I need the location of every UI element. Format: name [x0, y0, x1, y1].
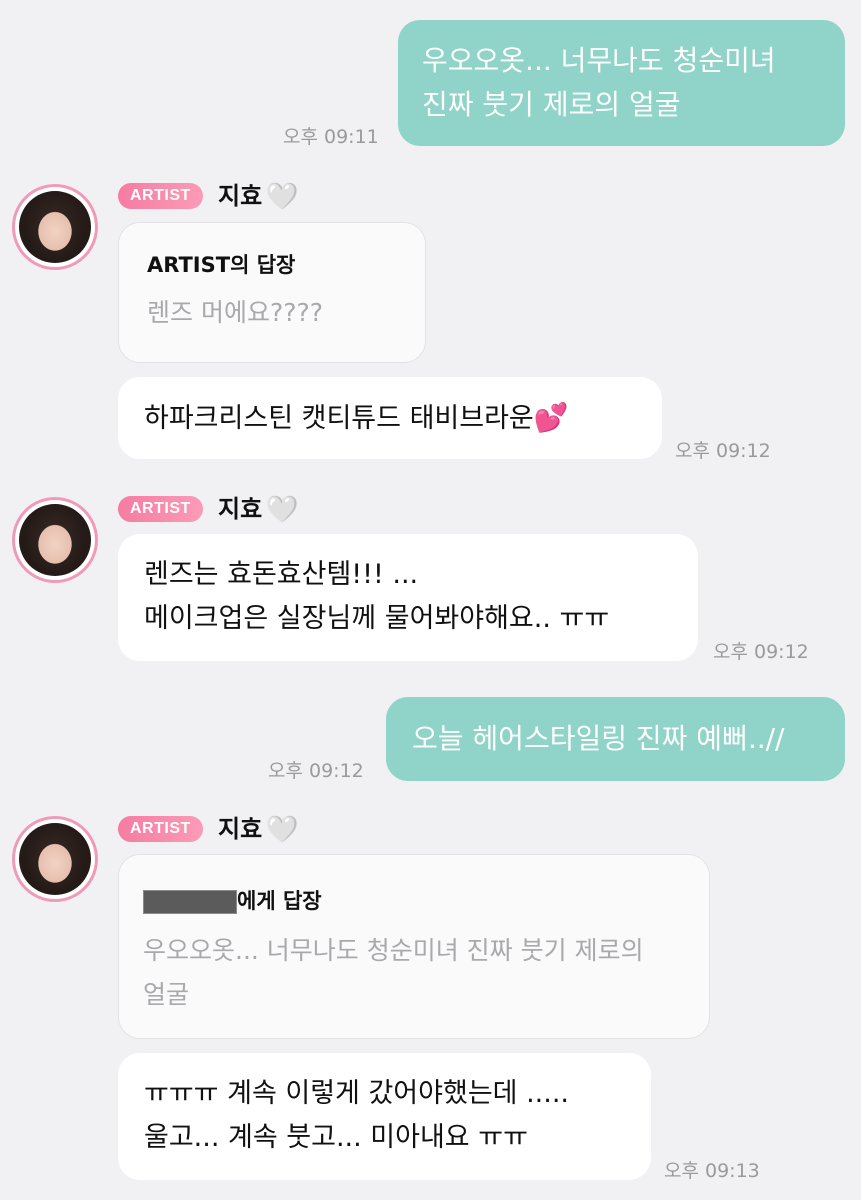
- artist-message-bubble[interactable]: ㅠㅠㅠ 계속 이렇게 갔어야했는데 ..... 울고... 계속 붓고... 미…: [118, 1053, 651, 1180]
- white-heart-icon: 🤍: [266, 815, 299, 845]
- reply-title: ARTIST의 답장: [147, 253, 296, 277]
- message-line: 진짜 붓기 제로의 얼굴: [422, 88, 681, 121]
- message-line: 우오오옷... 너무나도 청순미녀: [422, 44, 776, 77]
- artist-avatar[interactable]: [12, 184, 98, 270]
- artist-badge: ARTIST: [118, 496, 203, 522]
- reply-title-suffix: 에게 답장: [237, 889, 322, 913]
- message-time: 오후 09:12: [675, 440, 771, 462]
- message-text: 오늘 헤어스타일링 진짜 예뻐..//: [412, 722, 785, 755]
- reply-title: 에게 답장: [143, 885, 685, 915]
- reply-quote-line: 우오오옷... 너무나도 청순미녀 진짜 붓기 제로의: [143, 936, 644, 965]
- artist-badge: ARTIST: [118, 183, 203, 209]
- reply-quote: 우오오옷... 너무나도 청순미녀 진짜 붓기 제로의 얼굴: [143, 929, 685, 1017]
- message-time: 오후 09:11: [283, 126, 379, 148]
- message-line: ㅠㅠㅠ 계속 이렇게 갔어야했는데 .....: [144, 1078, 570, 1109]
- artist-message-bubble[interactable]: 하파크리스틴 캣티튜드 태비브라운💕: [118, 377, 662, 459]
- white-heart-icon: 🤍: [266, 495, 299, 525]
- redacted-username: [143, 890, 237, 914]
- avatar-image: [19, 823, 91, 895]
- reply-quote: 렌즈 머에요????: [147, 298, 324, 327]
- sender-name: 지효: [218, 182, 263, 210]
- reply-quote-line: 얼굴: [143, 980, 190, 1009]
- message-line: 렌즈는 효돈효산템!!! ...: [144, 559, 419, 590]
- message-line: 메이크업은 실장님께 물어봐야해요.. ㅠㅠ: [144, 603, 610, 634]
- artist-avatar[interactable]: [12, 816, 98, 902]
- message-time: 오후 09:12: [713, 641, 809, 663]
- my-message-bubble[interactable]: 우오오옷... 너무나도 청순미녀 진짜 붓기 제로의 얼굴: [398, 20, 845, 146]
- message-line: 울고... 계속 붓고... 미아내요 ㅠㅠ: [144, 1122, 528, 1153]
- artist-avatar[interactable]: [12, 497, 98, 583]
- message-text: 하파크리스틴 캣티튜드 태비브라운: [144, 403, 534, 434]
- message-time: 오후 09:13: [664, 1160, 760, 1182]
- artist-message-bubble[interactable]: 렌즈는 효돈효산템!!! ... 메이크업은 실장님께 물어봐야해요.. ㅠㅠ: [118, 534, 698, 661]
- avatar-image: [19, 191, 91, 263]
- artist-badge: ARTIST: [118, 816, 203, 842]
- two-hearts-emoji: 💕: [533, 401, 569, 434]
- white-heart-icon: 🤍: [266, 182, 299, 212]
- my-message-bubble[interactable]: 오늘 헤어스타일링 진짜 예뻐..//: [386, 697, 845, 781]
- sender-name: 지효: [218, 495, 263, 523]
- reply-preview[interactable]: ARTIST의 답장 렌즈 머에요????: [118, 222, 426, 363]
- message-time: 오후 09:12: [268, 760, 364, 782]
- sender-name: 지효: [218, 815, 263, 843]
- reply-preview[interactable]: 에게 답장 우오오옷... 너무나도 청순미녀 진짜 붓기 제로의 얼굴: [118, 854, 710, 1039]
- avatar-image: [19, 504, 91, 576]
